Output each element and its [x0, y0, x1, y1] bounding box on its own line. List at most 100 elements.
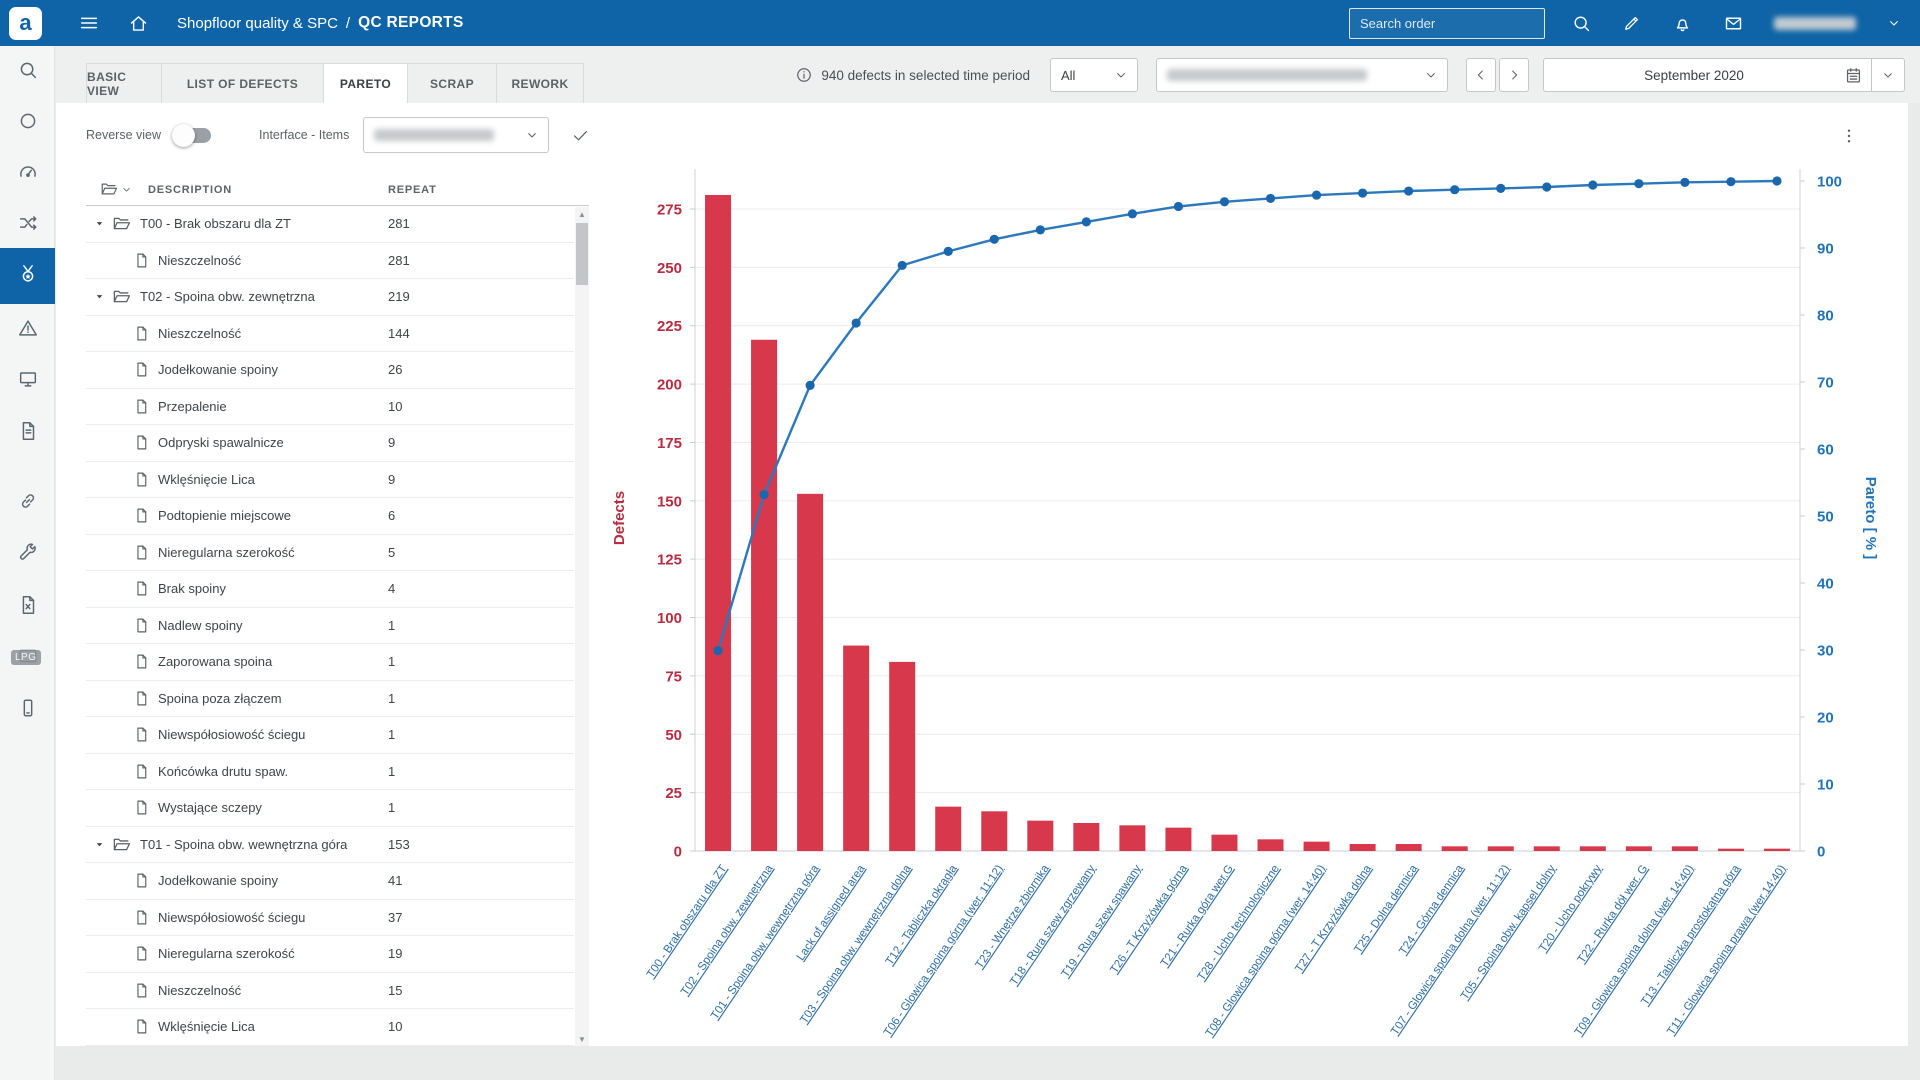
pareto-bar[interactable]: [1165, 828, 1191, 851]
table-item-row[interactable]: Jodełkowanie spoiny26: [86, 352, 574, 389]
table-item-row[interactable]: Nieszczelność281: [86, 243, 574, 280]
x-axis-category-label[interactable]: T13 - Tabliczka prostokątna góra: [1639, 862, 1742, 1007]
pareto-line-marker[interactable]: [1726, 177, 1735, 186]
caret-down-icon[interactable]: [94, 291, 105, 302]
tab-rework[interactable]: REWORK: [496, 63, 584, 103]
tab-pareto[interactable]: PARETO: [323, 63, 408, 103]
pareto-bar[interactable]: [1211, 835, 1237, 851]
interface-items-select-blurred[interactable]: [363, 117, 549, 153]
x-axis-category-label[interactable]: T00 - Brak obszaru dla ZT: [645, 863, 730, 980]
search-input[interactable]: [1350, 16, 1544, 31]
table-item-row[interactable]: Przepalenie10: [86, 389, 574, 426]
table-item-row[interactable]: Końcówka drutu spaw.1: [86, 754, 574, 791]
pareto-line-marker[interactable]: [1082, 217, 1091, 226]
pareto-bar[interactable]: [889, 662, 915, 851]
chevron-down-icon[interactable]: [1886, 15, 1902, 31]
table-item-row[interactable]: Wklęśnięcie Lica9: [86, 462, 574, 499]
bell-icon[interactable]: [1672, 13, 1693, 34]
pareto-bar[interactable]: [797, 494, 823, 851]
table-group-row[interactable]: T01 - Spoina obw. wewnętrzna góra153: [86, 827, 574, 864]
scroll-down-arrow[interactable]: ▼: [575, 1032, 589, 1046]
pareto-bar[interactable]: [1626, 846, 1652, 851]
sidebar-item-gauge[interactable]: [0, 148, 55, 200]
pareto-line-marker[interactable]: [1772, 176, 1781, 185]
pareto-line-marker[interactable]: [1404, 186, 1413, 195]
pareto-bar[interactable]: [751, 340, 777, 851]
pareto-line-marker[interactable]: [1266, 194, 1275, 203]
next-month-button[interactable]: [1499, 58, 1529, 92]
sidebar-item-warning[interactable]: [0, 304, 55, 356]
x-axis-category-label[interactable]: T19 - Rura szew spawany: [1060, 863, 1144, 980]
x-axis-category-label[interactable]: T27 - T Krzyżówka dolna: [1293, 862, 1374, 974]
calendar-icon[interactable]: [1844, 66, 1863, 85]
pareto-line-marker[interactable]: [759, 490, 768, 499]
pareto-line-marker[interactable]: [852, 318, 861, 327]
scrollbar-thumb[interactable]: [576, 223, 588, 285]
pareto-bar[interactable]: [1304, 842, 1330, 851]
pareto-line-marker[interactable]: [1450, 185, 1459, 194]
pareto-line-marker[interactable]: [806, 381, 815, 390]
sidebar-item-shuffle[interactable]: [0, 199, 55, 251]
pencil-icon[interactable]: [1622, 13, 1642, 33]
pareto-line-marker[interactable]: [1680, 178, 1689, 187]
x-axis-category-label[interactable]: T26 - T Krzyżówka górna: [1108, 862, 1190, 975]
caret-down-icon[interactable]: [94, 218, 105, 229]
sidebar-item-tablet[interactable]: LPG: [0, 632, 55, 684]
kebab-menu-icon[interactable]: [1840, 127, 1858, 145]
pareto-line-marker[interactable]: [1634, 179, 1643, 188]
prev-month-button[interactable]: [1466, 58, 1496, 92]
mail-icon[interactable]: [1723, 13, 1744, 34]
scroll-up-arrow[interactable]: ▲: [575, 207, 589, 221]
pareto-line-marker[interactable]: [990, 235, 999, 244]
pareto-bar[interactable]: [705, 195, 731, 851]
pareto-bar[interactable]: [1718, 849, 1744, 851]
sidebar-item-medal[interactable]: [0, 248, 55, 304]
chevron-down-icon[interactable]: [1880, 67, 1896, 83]
pareto-bar[interactable]: [1073, 823, 1099, 851]
table-item-row[interactable]: Niewspółosiowość ściegu1: [86, 717, 574, 754]
tab-basic-view[interactable]: BASIC VIEW: [86, 63, 162, 103]
pareto-bar[interactable]: [1396, 844, 1422, 851]
pareto-bar[interactable]: [1488, 846, 1514, 851]
table-item-row[interactable]: Niewspółosiowość ściegu37: [86, 900, 574, 937]
table-group-row[interactable]: T02 - Spoina obw. zewnętrzna219: [86, 279, 574, 316]
collapse-all-control[interactable]: [100, 180, 133, 203]
table-item-row[interactable]: Brak spoiny4: [86, 571, 574, 608]
month-picker[interactable]: September 2020: [1543, 58, 1905, 92]
pareto-bar[interactable]: [843, 646, 869, 851]
table-group-row[interactable]: T00 - Brak obszaru dla ZT281: [86, 206, 574, 243]
breadcrumb-section[interactable]: Shopfloor quality & SPC: [177, 15, 338, 32]
pareto-bar[interactable]: [1027, 821, 1053, 851]
sidebar-item-file-x[interactable]: [0, 581, 55, 633]
app-logo[interactable]: a: [9, 7, 42, 40]
hamburger-icon[interactable]: [78, 12, 100, 34]
pareto-bar[interactable]: [1119, 825, 1145, 851]
pareto-bar[interactable]: [1580, 846, 1606, 851]
sidebar-item-link[interactable]: [0, 477, 55, 529]
sidebar-item-circle[interactable]: [0, 97, 55, 149]
table-item-row[interactable]: Wystające sczepy1: [86, 790, 574, 827]
table-item-row[interactable]: Jodełkowanie spoiny41: [86, 863, 574, 900]
table-scrollbar[interactable]: ▲ ▼: [575, 207, 589, 1046]
table-item-row[interactable]: Wklęśnięcie Lica10: [86, 1009, 574, 1046]
x-axis-category-label[interactable]: T05 - Spoina obw. kapsel dolny: [1459, 863, 1558, 1002]
pareto-line-marker[interactable]: [1220, 197, 1229, 206]
pareto-bar[interactable]: [1764, 849, 1790, 851]
table-item-row[interactable]: Spoina poza złączem1: [86, 681, 574, 718]
user-name-blurred[interactable]: [1774, 17, 1856, 30]
sidebar-item-mobile[interactable]: [0, 684, 55, 736]
tab-list-of-defects[interactable]: LIST OF DEFECTS: [161, 63, 324, 103]
reverse-view-toggle[interactable]: [175, 128, 211, 143]
pareto-line-marker[interactable]: [944, 247, 953, 256]
table-item-row[interactable]: Nieszczelność144: [86, 316, 574, 353]
tab-scrap[interactable]: SCRAP: [407, 63, 497, 103]
sidebar-item-wrench[interactable]: [0, 529, 55, 581]
pareto-line-marker[interactable]: [1358, 188, 1367, 197]
table-item-row[interactable]: Nadlew spoiny1: [86, 608, 574, 645]
pareto-bar[interactable]: [1534, 846, 1560, 851]
check-icon[interactable]: [571, 126, 590, 145]
pareto-line-marker[interactable]: [1174, 202, 1183, 211]
pareto-line-marker[interactable]: [713, 646, 722, 655]
x-axis-category-label[interactable]: T18 - Rura szew zgrzewany: [1008, 863, 1098, 988]
pareto-line-marker[interactable]: [1036, 225, 1045, 234]
